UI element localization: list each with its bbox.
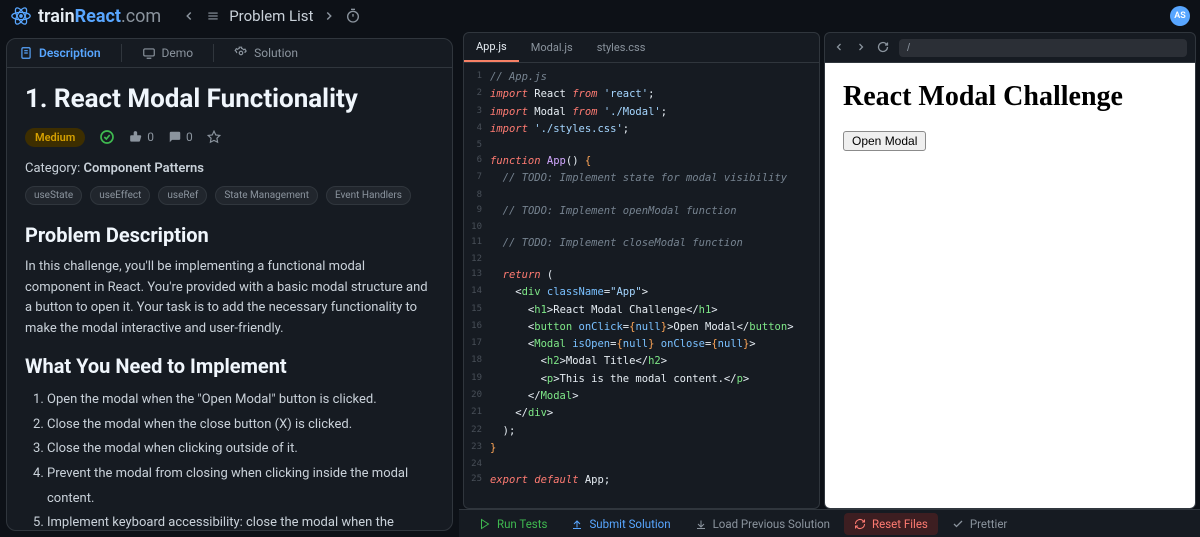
browser-back-icon[interactable] (833, 41, 847, 55)
nav-back-icon[interactable] (181, 8, 197, 24)
difficulty-badge: Medium (25, 128, 85, 147)
solved-check-icon (99, 129, 115, 145)
refresh-icon (854, 518, 866, 530)
nav-forward-icon[interactable] (321, 8, 337, 24)
timer-icon[interactable] (345, 8, 361, 24)
list-item: Close the modal when clicking outside of… (47, 437, 434, 462)
reset-files-button[interactable]: Reset Files (844, 513, 938, 535)
tab-demo[interactable]: Demo (142, 46, 194, 60)
preview-viewport: React Modal Challenge Open Modal (825, 63, 1195, 508)
concept-tag[interactable]: useState (25, 186, 82, 205)
concept-tag[interactable]: Event Handlers (326, 186, 411, 205)
preview-url-input[interactable] (899, 39, 1187, 57)
play-icon (479, 518, 491, 530)
file-tab[interactable]: Modal.js (519, 33, 585, 62)
code-editor[interactable]: App.jsModal.jsstyles.css 1// App.js2impo… (463, 32, 820, 509)
run-tests-button[interactable]: Run Tests (469, 513, 557, 535)
site-logo[interactable]: trainReact.com (10, 5, 161, 27)
menu-icon[interactable] (205, 8, 221, 24)
prettier-button[interactable]: Prettier (942, 513, 1017, 535)
concept-tag[interactable]: State Management (215, 186, 318, 205)
preview-heading: React Modal Challenge (843, 81, 1177, 113)
file-tab[interactable]: styles.css (585, 33, 658, 62)
tab-description[interactable]: Description (19, 46, 101, 60)
gear-icon (234, 46, 248, 60)
section-what-to-implement: What You Need to Implement (25, 354, 434, 378)
list-item: Close the modal when the close button (X… (47, 413, 434, 438)
star-button[interactable] (207, 130, 221, 144)
category-label: Category: Component Patterns (25, 161, 434, 176)
problem-title: 1. React Modal Functionality (25, 84, 434, 114)
comment-button[interactable]: 0 (168, 130, 193, 144)
concept-tag[interactable]: useEffect (90, 186, 150, 205)
problem-description-text: In this challenge, you'll be implementin… (25, 257, 434, 340)
like-button[interactable]: 0 (129, 130, 154, 144)
list-item: Open the modal when the "Open Modal" but… (47, 388, 434, 413)
react-logo-icon (10, 5, 32, 27)
monitor-icon (142, 46, 156, 60)
browser-reload-icon[interactable] (877, 41, 891, 55)
check-icon (952, 518, 964, 530)
load-previous-button[interactable]: Load Previous Solution (685, 513, 840, 535)
download-icon (695, 518, 707, 530)
open-modal-button[interactable]: Open Modal (843, 131, 926, 151)
list-item: Prevent the modal from closing when clic… (47, 462, 434, 511)
problem-list-link[interactable]: Problem List (229, 7, 313, 25)
concept-tag[interactable]: useRef (158, 186, 207, 205)
list-item: Implement keyboard accessibility: close … (47, 511, 434, 530)
tab-solution[interactable]: Solution (234, 46, 298, 60)
upload-icon (571, 518, 583, 530)
user-avatar[interactable]: AS (1170, 6, 1190, 26)
section-problem-description: Problem Description (25, 223, 434, 247)
browser-forward-icon[interactable] (855, 41, 869, 55)
submit-solution-button[interactable]: Submit Solution (561, 513, 680, 535)
document-icon (19, 46, 33, 60)
problem-card: Description Demo Solution 1. React Modal… (6, 38, 453, 531)
file-tab[interactable]: App.js (464, 33, 519, 62)
